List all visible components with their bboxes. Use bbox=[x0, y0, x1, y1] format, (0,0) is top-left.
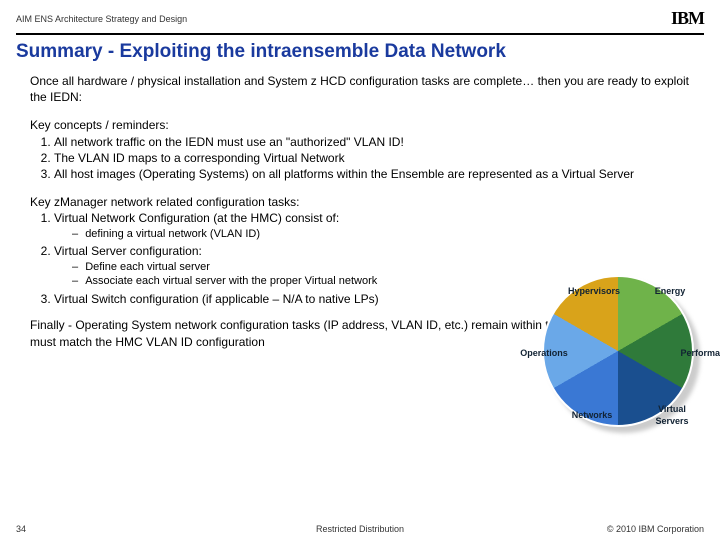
footer-center: Restricted Distribution bbox=[316, 524, 404, 534]
pie-label-operations: Operations bbox=[520, 347, 568, 359]
pie-label-networks: Networks bbox=[572, 409, 613, 421]
pie-label-energy: Energy bbox=[655, 285, 686, 297]
task-subitem: Associate each virtual server with the p… bbox=[72, 274, 446, 289]
task-subitem: Define each virtual server bbox=[72, 260, 446, 275]
concept-item: All host images (Operating Systems) on a… bbox=[54, 166, 704, 182]
task-subitem: defining a virtual network (VLAN ID) bbox=[72, 227, 446, 242]
task-label: Virtual Server configuration: bbox=[54, 244, 202, 258]
task-label: Virtual Switch configuration (if applica… bbox=[54, 292, 379, 306]
key-concepts-block: Key concepts / reminders: All network tr… bbox=[16, 117, 704, 182]
intro-paragraph: Once all hardware / physical installatio… bbox=[16, 73, 704, 105]
pie-label-hypervisors: Hypervisors bbox=[568, 285, 620, 297]
pie-label-virtual-servers: Virtual Servers bbox=[652, 403, 692, 427]
pie-chart: Hypervisors Energy Performance Virtual S… bbox=[492, 261, 712, 441]
key-concepts-heading: Key concepts / reminders: bbox=[30, 117, 704, 133]
key-tasks-block: Key zManager network related configurati… bbox=[16, 194, 446, 307]
task-item: Virtual Network Configuration (at the HM… bbox=[54, 210, 446, 241]
task-item: Virtual Switch configuration (if applica… bbox=[54, 291, 446, 307]
header-rule bbox=[16, 33, 704, 35]
concept-item: The VLAN ID maps to a corresponding Virt… bbox=[54, 150, 704, 166]
task-item: Virtual Server configuration: Define eac… bbox=[54, 243, 446, 289]
pie-label-performance: Performance bbox=[680, 347, 720, 359]
key-tasks-heading: Key zManager network related configurati… bbox=[30, 194, 446, 210]
page-number: 34 bbox=[16, 524, 26, 534]
footer-copyright: © 2010 IBM Corporation bbox=[607, 524, 704, 534]
page-title: Summary - Exploiting the intraensemble D… bbox=[0, 41, 720, 73]
task-label: Virtual Network Configuration (at the HM… bbox=[54, 211, 339, 225]
header-label: AIM ENS Architecture Strategy and Design bbox=[16, 14, 187, 24]
ibm-logo: IBM bbox=[671, 8, 704, 29]
concept-item: All network traffic on the IEDN must use… bbox=[54, 134, 704, 150]
